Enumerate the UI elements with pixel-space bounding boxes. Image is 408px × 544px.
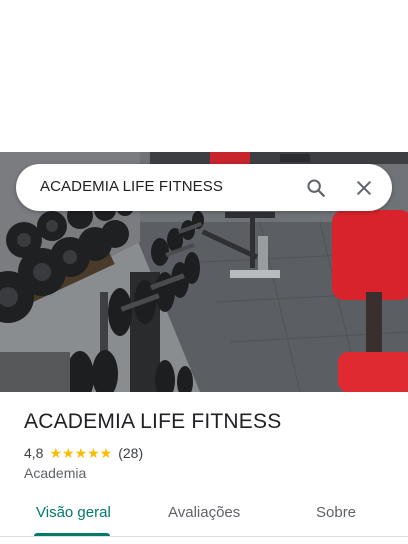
search-input[interactable]: ACADEMIA LIFE FITNESS	[40, 178, 223, 195]
search-button[interactable]	[298, 170, 334, 206]
place-category[interactable]: Academia	[24, 465, 86, 481]
active-tab-indicator	[34, 533, 110, 536]
search-icon	[307, 179, 325, 197]
place-tabs: Visão geral Avaliações Sobre	[0, 500, 408, 544]
place-title: ACADEMIA LIFE FITNESS	[24, 410, 282, 433]
tabs-divider	[0, 536, 408, 537]
tab-overview[interactable]: Visão geral	[36, 504, 111, 521]
close-button[interactable]	[346, 170, 382, 206]
review-count[interactable]: (28)	[118, 445, 143, 461]
rating-row[interactable]: 4,8 ★★★★★ (28)	[24, 444, 143, 462]
rating-value: 4,8	[24, 445, 44, 461]
tab-about[interactable]: Sobre	[316, 504, 356, 521]
star-rating-icons: ★★★★★	[49, 445, 113, 461]
search-bar[interactable]: ACADEMIA LIFE FITNESS	[16, 164, 392, 211]
tab-reviews[interactable]: Avaliações	[168, 504, 240, 521]
map-blank-area	[0, 0, 408, 152]
place-info-panel: ACADEMIA LIFE FITNESS 4,8 ★★★★★ (28) Aca…	[0, 392, 408, 544]
close-icon	[357, 181, 371, 195]
